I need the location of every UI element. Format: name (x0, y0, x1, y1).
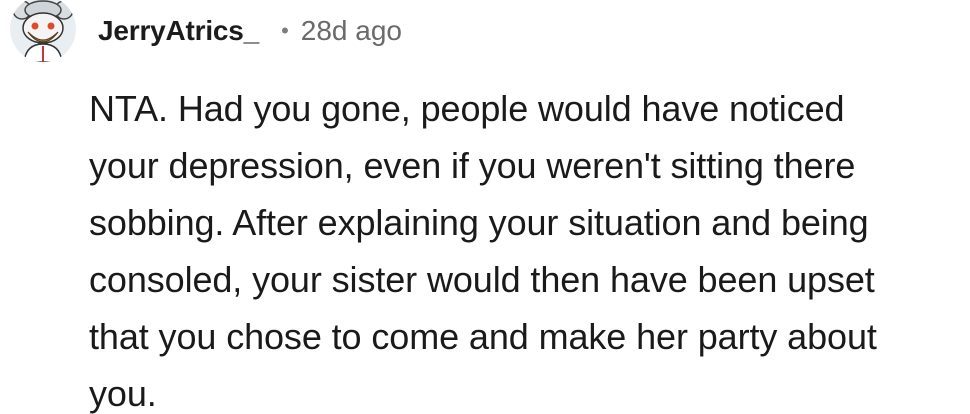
meta-separator: • (281, 18, 289, 43)
snoo-avatar-icon (10, 0, 76, 62)
avatar[interactable] (10, 0, 76, 62)
comment-age: 28d ago (300, 15, 402, 46)
comment-body: NTA. Had you gone, people would have not… (89, 88, 877, 414)
author-username[interactable]: JerryAtrics_ (98, 15, 259, 47)
comment: JerryAtrics_ • 28d ago NTA. Had you gone… (0, 0, 970, 414)
comment-header: JerryAtrics_ • 28d ago (10, 0, 402, 62)
